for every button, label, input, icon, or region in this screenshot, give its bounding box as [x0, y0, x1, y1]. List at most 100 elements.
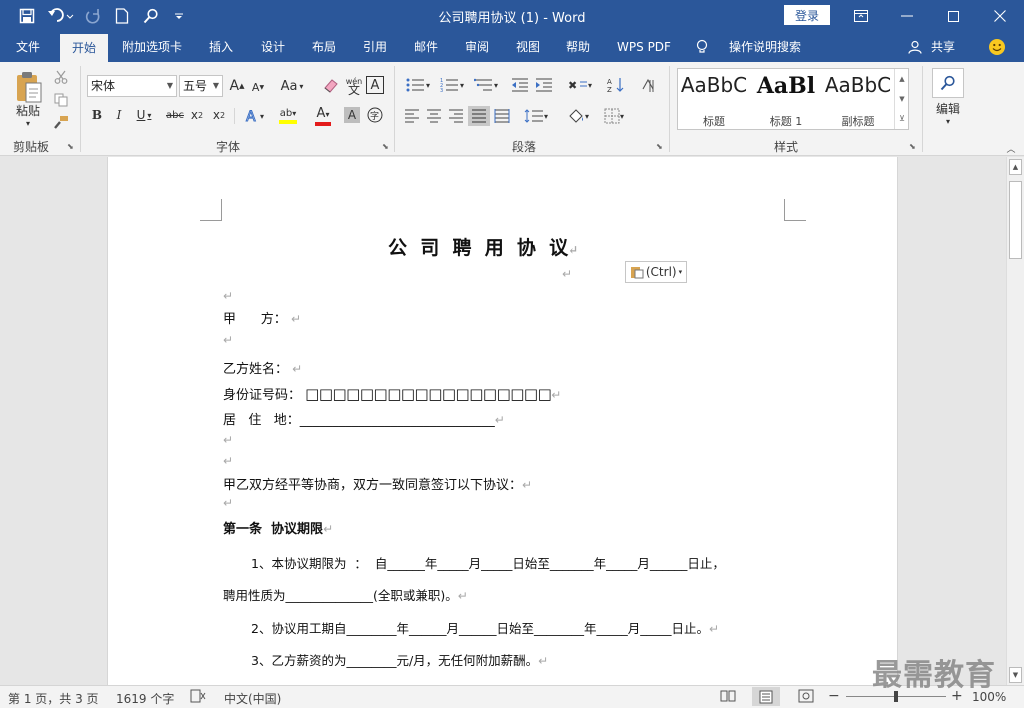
- close-icon[interactable]: [976, 0, 1024, 32]
- ribbon-display-options-icon[interactable]: [838, 0, 884, 32]
- smiley-feedback-icon[interactable]: [988, 32, 1014, 62]
- character-border-icon[interactable]: A: [366, 76, 384, 94]
- vertical-scrollbar[interactable]: ▲ ▼: [1006, 157, 1024, 685]
- tab-mailings[interactable]: 邮件: [402, 32, 450, 62]
- borders-icon[interactable]: ▾: [598, 107, 630, 125]
- multilevel-list-icon[interactable]: ▾: [470, 76, 502, 94]
- zoom-out-icon[interactable]: −: [828, 688, 840, 704]
- tab-references[interactable]: 引用: [350, 32, 400, 62]
- bullets-icon[interactable]: ▾: [402, 76, 434, 94]
- save-icon[interactable]: [16, 6, 38, 26]
- paste-options-button[interactable]: (Ctrl) ▾: [625, 261, 687, 283]
- clipboard-launcher-icon[interactable]: ⬊: [67, 142, 76, 151]
- phonetic-guide-button[interactable]: wén 文: [344, 74, 364, 98]
- line-spacing-icon[interactable]: ▾: [520, 107, 552, 125]
- align-right-icon[interactable]: [446, 107, 466, 125]
- subscript-icon[interactable]: x2: [188, 106, 206, 124]
- shrink-font-icon[interactable]: A ▼: [250, 78, 266, 96]
- tab-view[interactable]: 视图: [504, 32, 552, 62]
- user-icon[interactable]: [908, 32, 928, 62]
- font-name-dropdown[interactable]: 宋体 ▼: [87, 75, 177, 97]
- tab-home[interactable]: 开始: [60, 34, 108, 62]
- style-heading1-preview[interactable]: AaBl: [750, 73, 822, 99]
- sort-icon[interactable]: AZ: [606, 76, 626, 94]
- scroll-up-icon[interactable]: ▲: [1009, 159, 1022, 175]
- redo-icon[interactable]: [82, 6, 104, 26]
- strikethrough-icon[interactable]: abc: [164, 106, 186, 124]
- styles-launcher-icon[interactable]: ⬊: [909, 142, 918, 151]
- align-center-icon[interactable]: [424, 107, 444, 125]
- proofing-icon[interactable]: [190, 689, 206, 703]
- editing-dropdown-icon[interactable]: ▾: [940, 116, 956, 126]
- tab-layout[interactable]: 布局: [300, 32, 348, 62]
- show-formatting-marks-icon[interactable]: [638, 76, 658, 94]
- increase-indent-icon[interactable]: [534, 76, 554, 94]
- maximize-icon[interactable]: [930, 0, 976, 32]
- collapse-ribbon-icon[interactable]: ︿: [1004, 142, 1018, 155]
- style-subtitle-name[interactable]: 副标题: [822, 113, 894, 129]
- italic-icon[interactable]: I: [110, 106, 128, 124]
- underline-icon[interactable]: U ▾: [132, 106, 156, 124]
- scroll-thumb[interactable]: [1009, 181, 1022, 259]
- language[interactable]: 中文(中国): [224, 690, 281, 707]
- scroll-down-icon[interactable]: ▼: [1009, 667, 1022, 683]
- bold-icon[interactable]: B: [88, 106, 106, 124]
- find-icon[interactable]: [140, 6, 162, 26]
- style-subtitle-preview[interactable]: AaBbC: [822, 73, 894, 97]
- tell-me-search[interactable]: 操作说明搜索: [720, 32, 810, 62]
- styles-scroll-up-icon[interactable]: ▲: [895, 69, 909, 89]
- tab-wps-pdf[interactable]: WPS PDF: [604, 32, 684, 62]
- editing-search-icon[interactable]: [932, 68, 964, 98]
- style-normal-name[interactable]: 标题: [678, 113, 750, 129]
- numbering-icon[interactable]: 1 2 3 ▾: [436, 76, 468, 94]
- paste-dropdown-icon[interactable]: ▾: [20, 118, 36, 128]
- highlight-color-icon[interactable]: ab▾: [272, 106, 304, 126]
- tab-design[interactable]: 设计: [248, 32, 298, 62]
- word-count[interactable]: 1619 个字: [116, 690, 174, 707]
- font-launcher-icon[interactable]: ⬊: [382, 142, 391, 151]
- document-page[interactable]: 公 司 聘 用 协 议↵ ↵ (Ctrl) ▾ ↵ 甲 方： ↵ ↵ 乙方姓名： …: [107, 157, 898, 685]
- change-case-button[interactable]: Aa ▾: [278, 76, 306, 96]
- enclose-characters-icon[interactable]: 字: [366, 106, 384, 124]
- read-mode-icon[interactable]: [720, 689, 736, 703]
- tab-addins[interactable]: 附加选项卡: [114, 32, 190, 62]
- font-size-value: 五号: [183, 79, 208, 93]
- character-shading-icon[interactable]: A: [344, 107, 360, 123]
- print-layout-icon[interactable]: [752, 687, 780, 706]
- shading-icon[interactable]: ▾: [562, 107, 594, 125]
- customize-toolbar-icon[interactable]: [168, 6, 190, 26]
- minimize-icon[interactable]: [884, 0, 930, 32]
- grow-font-icon[interactable]: A ▲: [228, 76, 246, 96]
- login-button[interactable]: 登录: [784, 5, 830, 25]
- share-button[interactable]: 共享: [928, 32, 958, 62]
- paragraph-launcher-icon[interactable]: ⬊: [656, 142, 665, 151]
- tab-review[interactable]: 审阅: [452, 32, 502, 62]
- tab-help[interactable]: 帮助: [554, 32, 602, 62]
- page-count[interactable]: 第 1 页，共 3 页: [8, 690, 99, 707]
- text-effects-icon[interactable]: A ▾: [240, 106, 268, 126]
- editing-button[interactable]: 编辑: [928, 100, 968, 116]
- superscript-icon[interactable]: x2: [210, 106, 228, 124]
- tab-insert[interactable]: 插入: [196, 32, 246, 62]
- web-layout-icon[interactable]: [798, 689, 814, 703]
- undo-icon[interactable]: [46, 6, 76, 26]
- new-document-icon[interactable]: [111, 6, 133, 26]
- format-painter-icon[interactable]: [52, 114, 70, 132]
- clear-formatting-icon[interactable]: [320, 76, 342, 96]
- tab-file[interactable]: 文件: [2, 32, 54, 62]
- cut-icon[interactable]: [52, 68, 70, 86]
- font-size-dropdown[interactable]: 五号 ▼: [179, 75, 223, 97]
- decrease-indent-icon[interactable]: [510, 76, 530, 94]
- style-heading1-name[interactable]: 标题 1: [750, 113, 822, 129]
- align-left-icon[interactable]: [402, 107, 422, 125]
- justify-icon[interactable]: [468, 106, 490, 126]
- chinese-layout-icon[interactable]: ✖ ▾: [564, 76, 596, 94]
- styles-more-icon[interactable]: ⊻: [895, 109, 909, 129]
- copy-icon[interactable]: [52, 91, 70, 109]
- party-b-name-line: 乙方姓名： ↵: [223, 358, 302, 377]
- font-color-icon[interactable]: A▾: [308, 106, 338, 126]
- paste-button[interactable]: 粘贴: [8, 102, 48, 118]
- style-normal-preview[interactable]: AaBbC: [678, 73, 750, 97]
- distributed-icon[interactable]: [492, 107, 512, 125]
- styles-scroll-down-icon[interactable]: ▼: [895, 89, 909, 109]
